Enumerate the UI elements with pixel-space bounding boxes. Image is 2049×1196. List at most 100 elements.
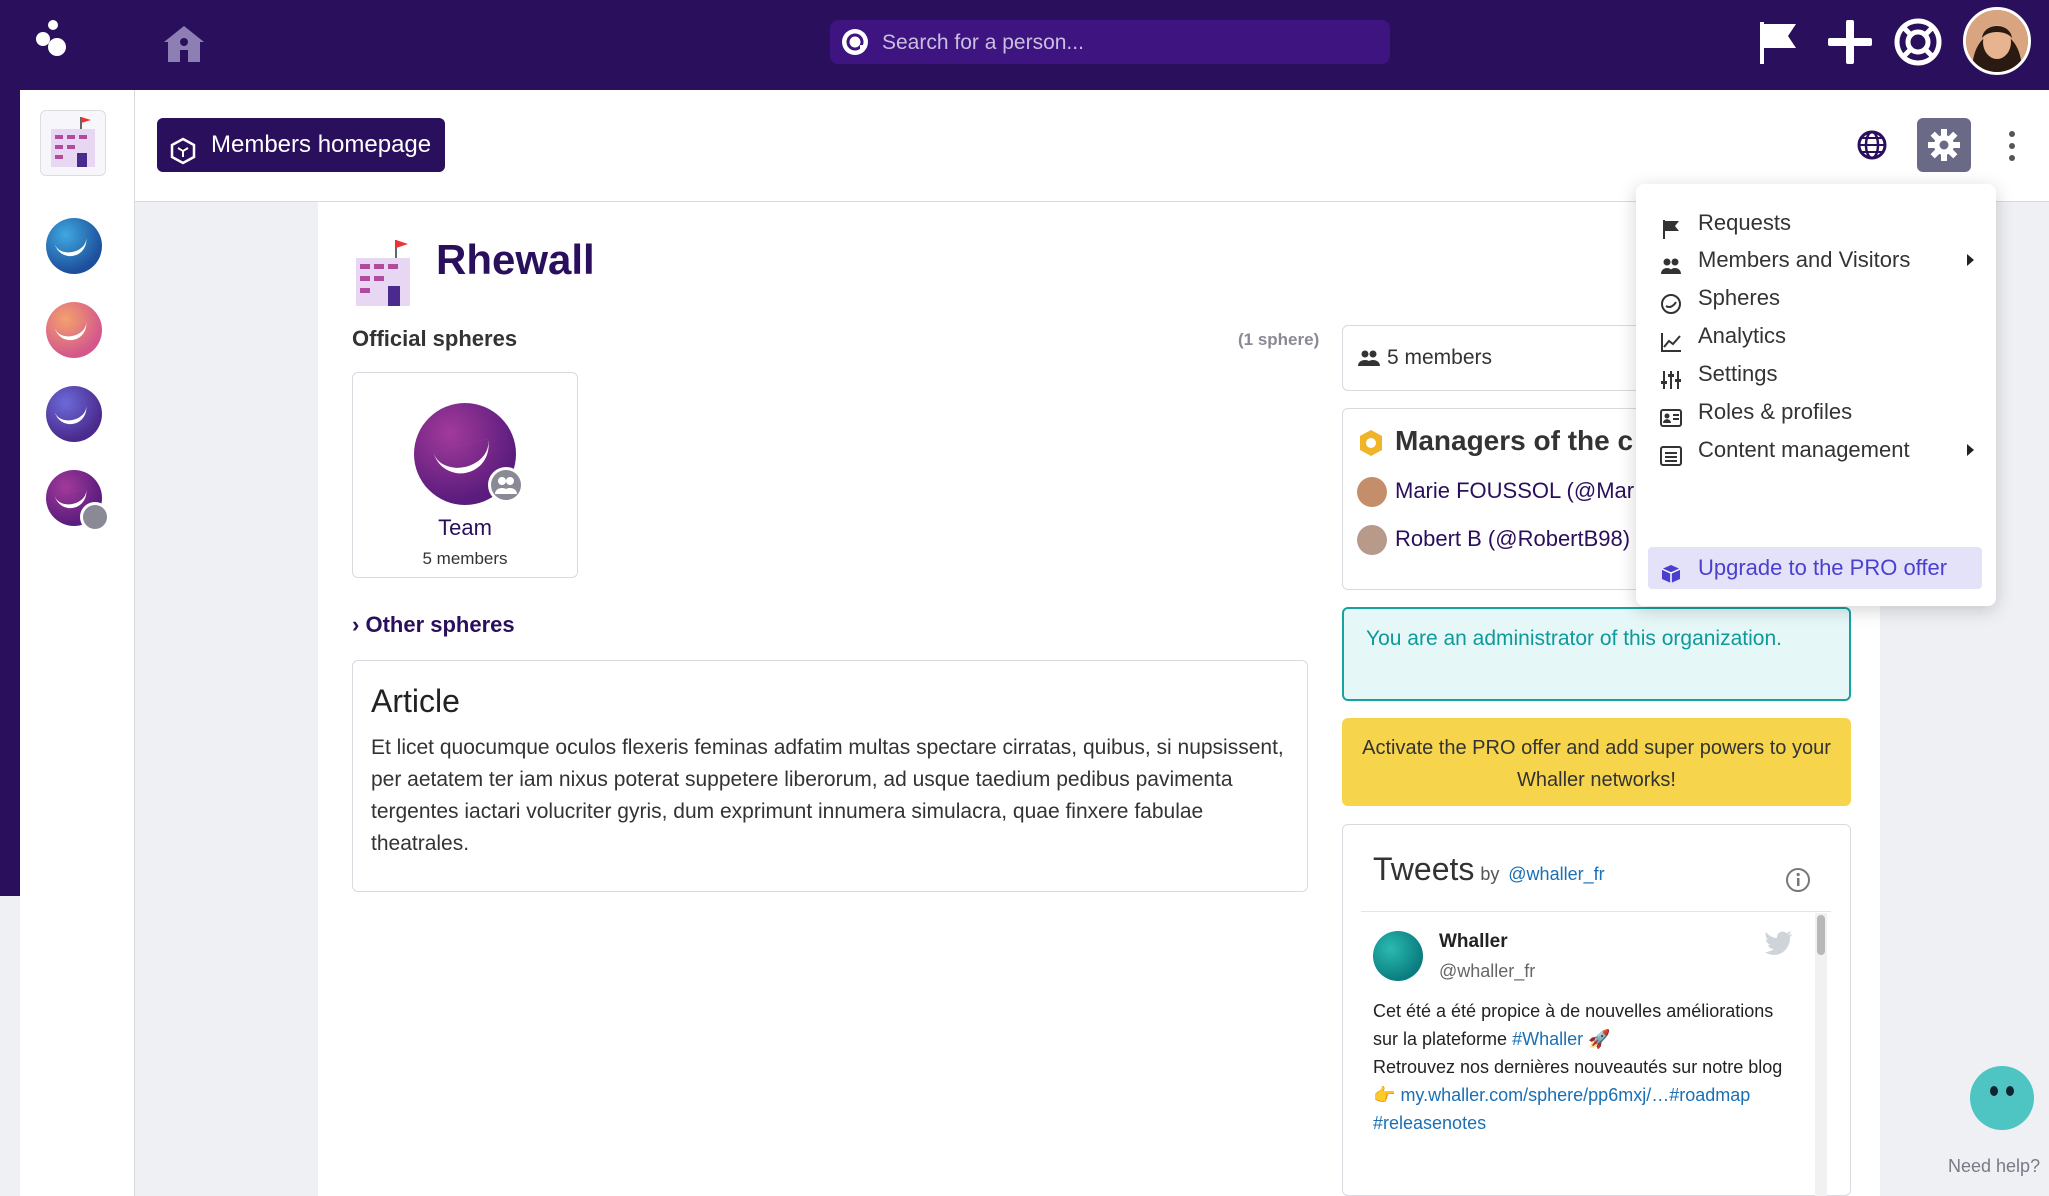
menu-item-analytics[interactable]: Analytics [1648,315,1982,357]
manager-name: Robert B (@RobertB98) [1395,525,1631,551]
cube-icon [1660,557,1682,583]
whaller-logo-icon[interactable] [28,20,80,70]
menu-item-label: Requests [1698,210,1791,235]
tweets-by: by [1480,864,1500,884]
managers-title: Managers of the c [1395,425,1634,456]
sphere-icon [1660,287,1682,314]
members-homepage-button[interactable]: Members homepage [157,118,446,172]
manager-badge-icon [1357,429,1385,457]
tweets-title: Tweets [1373,851,1475,887]
flag-icon [1660,212,1682,239]
sphere-team[interactable] [46,470,110,532]
manager-item[interactable]: Robert B (@RobertB98) [1357,525,1630,555]
hexagon-icon [169,131,197,165]
tweet-text: Cet été a été propice à de nouvelles amé… [1373,997,1803,1137]
menu-item-label: Members and Visitors [1698,247,1911,272]
other-spheres-label: Other spheres [365,612,515,637]
other-spheres-toggle[interactable]: › Other spheres [352,612,515,638]
info-icon[interactable] [1785,867,1811,893]
rocket-icon: 🚀 [1588,1029,1611,1049]
team-sphere-icon [414,403,524,505]
search-icon [840,27,870,57]
organization-logo-icon[interactable] [40,110,106,176]
manager-avatar [1357,525,1387,555]
article-card: Article Et licet quocumque oculos flexer… [352,660,1308,892]
team-members-count: 5 members [422,549,508,568]
admin-notice: You are an administrator of this organiz… [1342,607,1851,701]
tweets-widget: Tweets by @whaller_fr Whaller @whaller_fr… [1342,824,1851,1196]
tweet-hashtag-link[interactable]: #releasenotes [1373,1113,1486,1133]
tweets-account-link[interactable]: @whaller_fr [1508,864,1604,884]
menu-item-label: Upgrade to the PRO offer [1698,555,1948,580]
menu-item-settings[interactable]: Settings [1648,353,1982,395]
caret-right-icon [1967,444,1974,456]
users-icon [1660,249,1682,274]
menu-item-label: Analytics [1698,323,1787,348]
members-count-box[interactable]: 5 members [1342,325,1652,391]
caret-right-icon [1967,254,1974,266]
group-icon [80,502,110,532]
menu-item-spheres[interactable]: Spheres [1648,277,1982,319]
menu-item-members-visitors[interactable]: Members and Visitors [1648,239,1982,281]
tweet-url-link[interactable]: my.whaller.com/sphere/pp6mxj/…#roadmap [1400,1085,1750,1105]
tweet-author-avatar[interactable] [1373,931,1423,981]
article-title: Article [371,683,460,719]
plus-icon[interactable] [1824,16,1876,68]
members-homepage-label: Members homepage [211,131,432,158]
menu-item-label: Spheres [1698,285,1780,310]
point-right-icon: 👉 [1373,1085,1396,1105]
official-spheres-title: Official spheres [352,326,518,351]
menu-item-requests[interactable]: Requests [1648,202,1982,244]
settings-dropdown-menu: Requests Members and Visitors Spheres An… [1636,184,1996,606]
organization-building-icon [350,232,422,310]
tweets-header: Tweets by @whaller_fr [1373,851,1605,888]
tweet-text-part: Retrouvez nos dernières nouveautés sur n… [1373,1057,1783,1077]
gear-icon [1928,129,1960,161]
left-accent-strip [0,90,20,896]
sphere-count: (1 sphere) [1238,330,1320,349]
pro-offer-banner[interactable]: Activate the PRO offer and add super pow… [1342,718,1851,806]
help-lifebuoy-icon[interactable] [1892,16,1944,68]
user-avatar[interactable] [1963,7,2031,75]
menu-item-content-management[interactable]: Content management [1648,429,1982,471]
sphere-violet[interactable] [46,386,102,442]
globe-icon[interactable] [1845,118,1899,172]
chevron-right-icon: › [352,612,360,637]
id-card-icon [1660,401,1682,427]
team-name: Team [438,515,492,540]
twitter-bird-icon [1765,931,1793,955]
menu-item-label: Content management [1698,437,1910,462]
users-icon [1357,348,1381,368]
sphere-pink[interactable] [46,302,102,358]
tweet-author-name[interactable]: Whaller [1439,931,1508,953]
group-icon [488,467,524,503]
members-count-label: 5 members [1387,346,1493,369]
menu-item-label: Roles & profiles [1698,399,1853,424]
search-bar[interactable]: Search for a person... [830,20,1390,64]
top-bar: Search for a person... [0,0,2049,90]
list-icon [1660,439,1682,466]
need-help-label[interactable]: Need help? [1948,1156,2040,1177]
help-bot-icon[interactable] [1970,1066,2034,1130]
home-icon[interactable] [158,18,210,70]
manager-name: Marie FOUSSOL (@Mar [1395,477,1635,503]
manager-avatar [1357,477,1387,507]
manager-item[interactable]: Marie FOUSSOL (@Mar [1357,477,1634,507]
managers-box: Managers of the c Marie FOUSSOL (@Mar Ro… [1342,408,1652,590]
article-body: Et licet quocumque oculos flexeris femin… [371,736,1284,855]
organization-name: Rhewall [436,236,595,283]
chart-icon [1660,325,1682,352]
menu-item-upgrade-pro[interactable]: Upgrade to the PRO offer [1648,547,1982,589]
menu-item-roles-profiles[interactable]: Roles & profiles [1648,391,1982,433]
team-sphere-card[interactable]: Team 5 members [352,372,578,578]
more-options-icon[interactable] [2005,128,2019,164]
tweets-scrollbar[interactable] [1815,913,1827,1196]
flag-icon[interactable] [1752,16,1804,68]
sliders-icon [1660,363,1682,389]
tweet-author-handle[interactable]: @whaller_fr [1439,961,1535,982]
sphere-blue[interactable] [46,218,102,274]
tweet-hashtag-link[interactable]: #Whaller [1512,1029,1583,1049]
settings-gear-button[interactable] [1917,118,1971,172]
sphere-sidebar [20,90,135,1196]
menu-item-label: Settings [1698,361,1778,386]
